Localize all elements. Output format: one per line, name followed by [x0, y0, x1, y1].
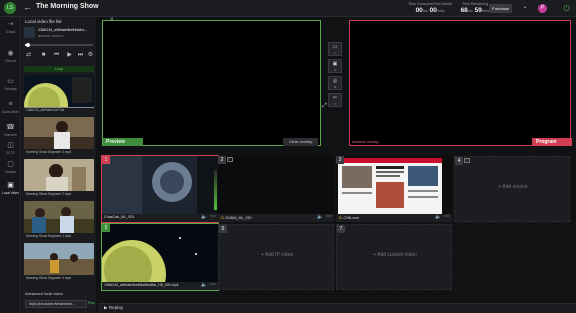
list-item[interactable]: 1366134_aWhaleLikeThis — [24, 75, 94, 114]
volume-icon[interactable]: 🔈 — [435, 214, 441, 220]
audio-mixer-icon: ≡ — [8, 101, 13, 108]
add-custom-video-button[interactable]: + Add custom video — [337, 252, 453, 258]
more-icon[interactable]: ⋯ — [326, 213, 332, 220]
loop-toggle[interactable]: Loop — [24, 66, 94, 72]
replay-button[interactable]: ▶ Replay — [104, 305, 123, 311]
bottom-bar: ▶ Replay — [98, 303, 576, 313]
volume-icon[interactable]: 🔈 — [201, 282, 207, 288]
show-title: The Morning Show — [36, 3, 99, 10]
source-video-1 — [102, 156, 218, 214]
seek-bar[interactable] — [25, 43, 93, 47]
overlays-icon: ▭ — [7, 78, 14, 85]
source-video-2 — [218, 156, 334, 214]
audio-meter — [214, 170, 217, 210]
shuffle-icon[interactable]: ⇄ — [24, 51, 33, 60]
nav-intercom[interactable]: ☎ Intercom — [0, 123, 21, 143]
advance-overlay-button[interactable]: Advance overlay — [352, 138, 384, 146]
replay-icon: ▶ — [104, 305, 108, 310]
more-icon[interactable]: ⋯ — [210, 213, 216, 220]
nav-monitor[interactable]: ▢ Monitor — [0, 160, 21, 180]
list-item[interactable]: Morning Show Segment 4.mp4 — [24, 243, 94, 282]
now-playing-time: 00:00:09 / 00:00:17 — [38, 34, 64, 38]
play-url-button[interactable]: Play — [88, 301, 95, 305]
play-icon[interactable]: ▶ — [65, 51, 74, 60]
warning-icon: ⚠ — [338, 215, 343, 221]
top-bar: LS ← The Morning Show Time Consumed this… — [0, 0, 576, 17]
purchase-button[interactable]: Purchase — [489, 4, 512, 13]
list-item[interactable]: Morning Show Segment 1.mp4 — [24, 201, 94, 240]
back-arrow-icon[interactable]: ← — [23, 2, 32, 12]
layout-icon[interactable]: ▭ L — [328, 42, 342, 56]
flag-icon: ▭ — [464, 158, 470, 163]
source-grid: 1 ChasCab_ML_SDI 🔈 ⋯ 2 ▭ ⚠ DUBAI_ML_SDI … — [100, 154, 574, 291]
intercom-icon: ☎ — [6, 124, 15, 131]
preview-label: Preview — [103, 138, 143, 146]
add-ip-video-button[interactable]: + Add IP video — [219, 252, 335, 258]
more-icon[interactable]: ⋯ — [444, 213, 450, 220]
seek-handle[interactable] — [26, 43, 31, 47]
list-item[interactable]: Morning Show Segment 3.mp4 — [24, 117, 94, 156]
program-label: Program — [532, 138, 572, 146]
cut-icon[interactable]: ✂ C — [328, 93, 342, 107]
source-tile-2[interactable]: 2 ▭ ⚠ DUBAI_ML_SDI 🔈 ⋯ — [218, 156, 334, 222]
production-area: Preview Clear overlay ▭ L ▣ O ◎ M ✂ C ⤢ Adva… — [98, 17, 576, 313]
local-video-panel: Local video file list × 1366134_aWhaleli… — [22, 17, 114, 313]
nav-overlays[interactable]: ▭ Overlays — [0, 77, 21, 97]
video-list: 1366134_aWhaleLikeThis Morning Show Segm… — [24, 75, 94, 282]
source-tile-3[interactable]: 3 ⚠ CNN.com 🔈 ⋯ — [336, 156, 452, 222]
warning-icon: ⚠ — [220, 215, 225, 221]
scte-icon: ◫ — [7, 142, 14, 149]
volume-icon[interactable]: 🔈 — [201, 214, 207, 220]
panel-heading: Local video file list — [25, 19, 62, 24]
video-thumbnail — [24, 75, 94, 108]
overlay-icon[interactable]: ▣ O — [328, 59, 342, 73]
list-item[interactable]: Morning Show Segment 2.mp4 — [24, 159, 94, 198]
power-icon[interactable]: ⏻ — [561, 3, 572, 14]
player-controls: ⇄ ■ ⏮ ▶ ⏭ ⚙ — [22, 51, 96, 61]
notifications-icon[interactable]: ◔ — [520, 4, 529, 13]
now-playing-thumbnail — [24, 27, 35, 38]
now-playing: 1366134_aWhalelikethisMor... 00:00:09 / … — [24, 26, 94, 42]
preview-monitor[interactable]: Preview Clear overlay — [102, 20, 321, 146]
add-source-button[interactable]: + Add source — [455, 184, 571, 190]
left-nav: ⇢ Output ◉ Record ▭ Overlays ≡ Audio Mixer ☎… — [0, 17, 21, 313]
source-tile-1[interactable]: 1 ChasCab_ML_SDI 🔈 ⋯ — [101, 155, 219, 223]
swap-icon[interactable]: ⤢ — [322, 103, 327, 110]
stop-icon[interactable]: ■ — [39, 51, 48, 60]
nav-output[interactable]: ⇢ Output — [0, 20, 21, 40]
source-tile-6[interactable]: 6 + Add IP video — [218, 224, 334, 290]
monitor-icon: ▢ — [7, 161, 14, 168]
advanced-local-video-label: Advanced local video — [25, 291, 63, 296]
nav-scte[interactable]: ◫ SCTE — [0, 141, 21, 161]
video-thumbnail — [24, 159, 94, 191]
video-thumbnail — [24, 243, 94, 275]
video-thumbnail — [24, 117, 94, 149]
clear-overlay-button[interactable]: Clear overlay — [283, 138, 318, 146]
avatar[interactable]: P — [538, 4, 547, 13]
local-video-icon: ▣ — [7, 182, 14, 189]
source-tile-7[interactable]: 7 + Add custom video — [336, 224, 452, 290]
output-icon: ⇢ — [7, 21, 14, 28]
nav-local-video[interactable]: ▣ Local Video — [0, 181, 21, 201]
nav-audio-mixer[interactable]: ≡ Audio Mixer — [0, 100, 21, 120]
source-tile-4[interactable]: 4 ▭ + Add source — [454, 156, 570, 222]
next-icon[interactable]: ⏭ — [76, 51, 85, 60]
record-icon: ◉ — [7, 50, 14, 57]
source-video-5 — [102, 224, 218, 282]
app-logo: LS — [4, 2, 16, 14]
settings-icon[interactable]: ⚙ — [86, 51, 95, 60]
source-tile-5[interactable]: 5 1366134_aWhaleliketthisMor8bk_HD_BG.mp… — [101, 223, 219, 291]
volume-icon[interactable]: 🔈 — [317, 214, 323, 220]
more-icon[interactable]: ⋯ — [210, 281, 216, 288]
flag-icon: ▭ — [227, 157, 233, 162]
transition-tools: ▭ L ▣ O ◎ M ✂ C — [328, 42, 342, 142]
previous-icon[interactable]: ⏮ — [52, 51, 61, 60]
video-url-input[interactable]: https://producer.livestreamh... — [25, 300, 87, 308]
source-video-3 — [336, 156, 452, 214]
video-thumbnail — [24, 201, 94, 233]
program-monitor[interactable]: Advance overlay Program — [349, 20, 572, 146]
now-playing-title: 1366134_aWhalelikethisMor... — [38, 28, 88, 32]
nav-record[interactable]: ◉ Record — [0, 49, 21, 69]
mix-icon[interactable]: ◎ M — [328, 76, 342, 90]
